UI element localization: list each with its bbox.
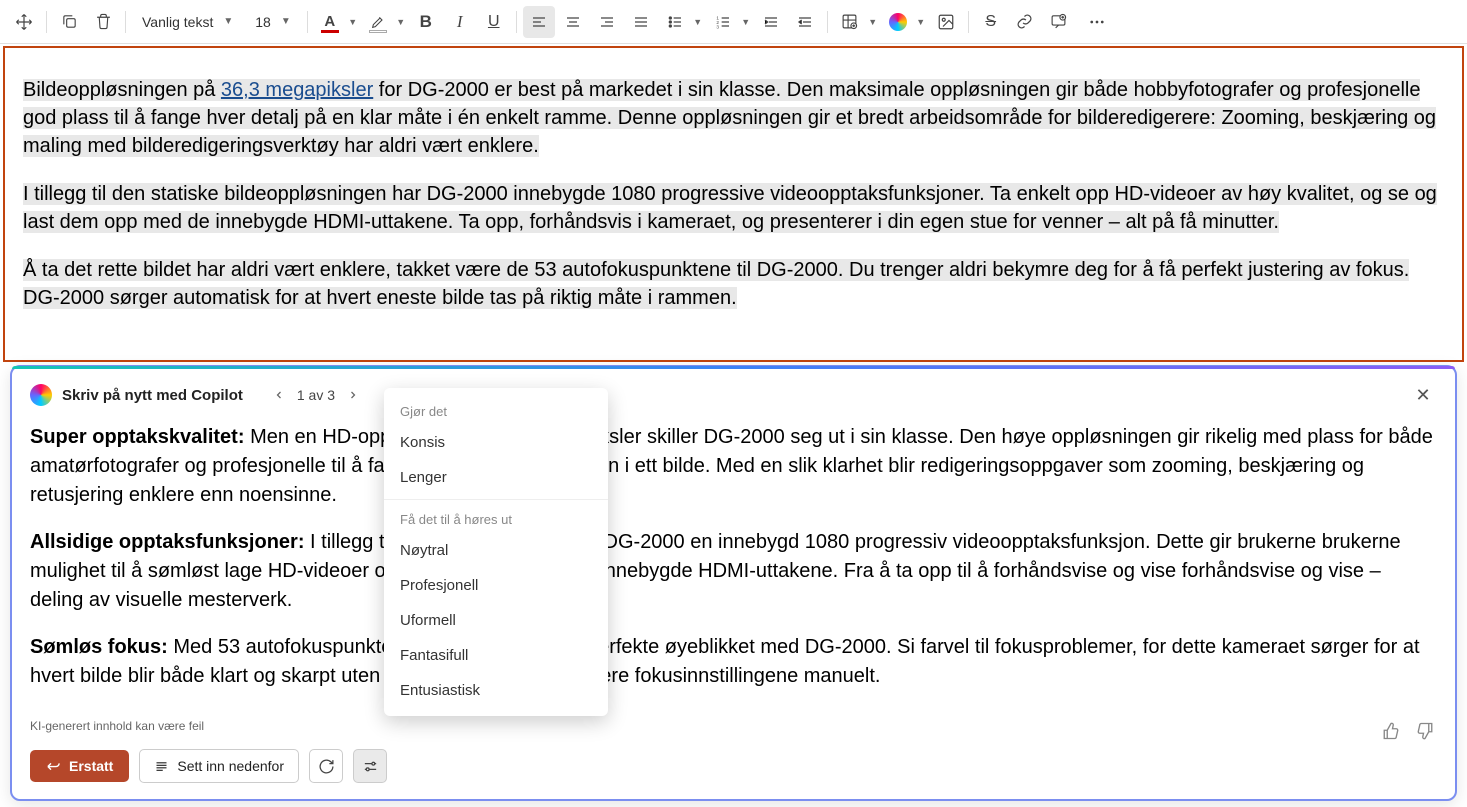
dropdown-item-professional[interactable]: Profesjonell	[384, 568, 608, 603]
copilot-panel: Skriv på nytt med Copilot 1 av 3 ✕ Super…	[10, 365, 1457, 801]
table-icon[interactable]	[834, 6, 866, 38]
svg-text:3: 3	[716, 24, 719, 29]
numbered-list-icon[interactable]: 123	[707, 6, 739, 38]
cp-p3-heading: Sømløs fokus:	[30, 636, 168, 658]
bullet-list-icon[interactable]	[659, 6, 691, 38]
align-right-button[interactable]	[591, 6, 623, 38]
strikethrough-button[interactable]: S	[975, 6, 1007, 38]
copilot-actions: Erstatt Sett inn nedenfor	[12, 737, 1455, 797]
indent-increase-button[interactable]	[755, 6, 787, 38]
copilot-nav: 1 av 3	[267, 383, 365, 407]
doc-p1-pre: Bildeoppløsningen på	[23, 79, 221, 101]
delete-icon[interactable]	[87, 6, 119, 38]
cp-p3-text: Med 53 autofokuspunkter fanger du enkelt…	[30, 636, 1420, 687]
document-text: Bildeoppløsningen på 36,3 megapiksler fo…	[23, 76, 1444, 312]
dropdown-item-concise[interactable]: Konsis	[384, 425, 608, 460]
align-center-button[interactable]	[557, 6, 589, 38]
indent-decrease-button[interactable]	[789, 6, 821, 38]
image-button[interactable]	[930, 6, 962, 38]
chevron-down-icon[interactable]: ▼	[394, 6, 408, 38]
dropdown-item-longer[interactable]: Lenger	[384, 460, 608, 495]
close-button[interactable]: ✕	[1409, 381, 1437, 409]
copilot-icon[interactable]	[882, 6, 914, 38]
chevron-down-icon[interactable]: ▼	[914, 6, 928, 38]
toolbar: Vanlig tekst▼ 18▼ A▼ ▼ B I U ▼ 123▼ ▼ ▼ …	[0, 0, 1467, 44]
separator	[516, 11, 517, 33]
chevron-down-icon: ▼	[281, 16, 291, 27]
chevron-down-icon: ▼	[223, 16, 233, 27]
font-size-select[interactable]: 18 ▼	[245, 6, 300, 38]
italic-button[interactable]: I	[444, 6, 476, 38]
dropdown-item-neutral[interactable]: Nøytral	[384, 533, 608, 568]
table-button[interactable]: ▼	[834, 6, 880, 38]
insert-below-button[interactable]: Sett inn nedenfor	[139, 749, 299, 783]
nav-counter: 1 av 3	[297, 387, 335, 403]
align-left-button[interactable]	[523, 6, 555, 38]
chevron-down-icon[interactable]: ▼	[739, 6, 753, 38]
align-justify-button[interactable]	[625, 6, 657, 38]
separator	[125, 11, 126, 33]
tone-dropdown: Gjør det Konsis Lenger Få det til å høre…	[384, 388, 608, 716]
comment-button[interactable]	[1043, 6, 1075, 38]
insert-label: Sett inn nedenfor	[177, 758, 284, 774]
chevron-down-icon[interactable]: ▼	[866, 6, 880, 38]
thumbs-up-button[interactable]	[1379, 719, 1403, 743]
copilot-header: Skriv på nytt med Copilot 1 av 3 ✕	[12, 367, 1455, 417]
next-button[interactable]	[341, 383, 365, 407]
font-size-value: 18	[255, 14, 271, 30]
resolution-link[interactable]: 36,3 megapiksler	[221, 79, 373, 101]
underline-button[interactable]: U	[478, 6, 510, 38]
style-select-label: Vanlig tekst	[142, 14, 213, 30]
separator	[827, 11, 828, 33]
copilot-title: Skriv på nytt med Copilot	[62, 387, 243, 404]
highlight-button[interactable]: ▼	[362, 6, 408, 38]
font-color-icon[interactable]: A	[314, 6, 346, 38]
chevron-down-icon[interactable]: ▼	[346, 6, 360, 38]
prev-button[interactable]	[267, 383, 291, 407]
copilot-logo-icon	[30, 384, 52, 406]
dropdown-item-enthusiastic[interactable]: Entusiastisk	[384, 673, 608, 708]
copilot-body: Super opptakskvalitet: Men en HD-oppløsn…	[12, 417, 1455, 715]
more-button[interactable]	[1081, 6, 1113, 38]
dropdown-section-header: Få det til å høres ut	[384, 504, 608, 533]
document-area[interactable]: Bildeoppløsningen på 36,3 megapiksler fo…	[3, 46, 1464, 362]
cp-p2-heading: Allsidige opptaksfunksjoner:	[30, 531, 304, 553]
doc-p2: I tillegg til den statiske bildeoppløsni…	[23, 183, 1437, 233]
regenerate-button[interactable]	[309, 749, 343, 783]
ai-disclaimer: KI-generert innhold kan være feil	[12, 715, 1455, 737]
separator	[384, 499, 608, 500]
separator	[46, 11, 47, 33]
bullet-list-button[interactable]: ▼	[659, 6, 705, 38]
replace-button[interactable]: Erstatt	[30, 750, 129, 782]
numbered-list-button[interactable]: 123▼	[707, 6, 753, 38]
feedback-buttons	[1379, 719, 1437, 743]
replace-label: Erstatt	[69, 758, 113, 774]
copilot-toolbar-button[interactable]: ▼	[882, 6, 928, 38]
dropdown-item-imaginative[interactable]: Fantasifull	[384, 638, 608, 673]
copy-icon[interactable]	[53, 6, 85, 38]
doc-p3: Å ta det rette bildet har aldri vært enk…	[23, 259, 1409, 309]
move-icon[interactable]	[8, 6, 40, 38]
font-color-button[interactable]: A▼	[314, 6, 360, 38]
thumbs-down-button[interactable]	[1413, 719, 1437, 743]
chevron-down-icon[interactable]: ▼	[691, 6, 705, 38]
dropdown-section-header: Gjør det	[384, 396, 608, 425]
style-select[interactable]: Vanlig tekst ▼	[132, 6, 243, 38]
cp-p1-heading: Super opptakskvalitet:	[30, 426, 245, 448]
separator	[307, 11, 308, 33]
dropdown-item-casual[interactable]: Uformell	[384, 603, 608, 638]
bold-button[interactable]: B	[410, 6, 442, 38]
highlight-icon[interactable]	[362, 6, 394, 38]
adjust-button[interactable]	[353, 749, 387, 783]
separator	[968, 11, 969, 33]
link-button[interactable]	[1009, 6, 1041, 38]
